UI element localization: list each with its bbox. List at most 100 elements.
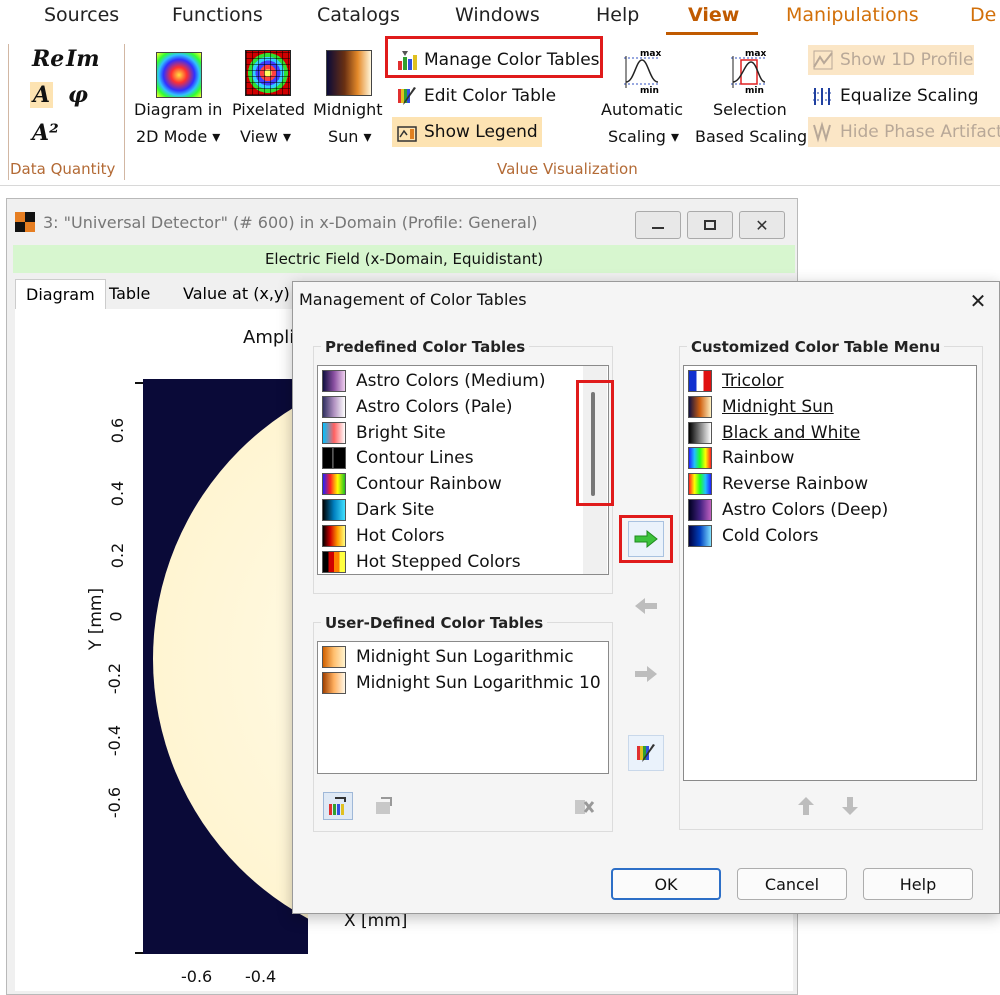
y-tick-label: -0.2 (105, 662, 125, 695)
list-item[interactable]: Bright Site (318, 420, 446, 446)
show-legend-button[interactable]: Show Legend (392, 117, 542, 147)
edit-color-table-button[interactable]: Edit Color Table (392, 81, 560, 111)
list-item-label: Midnight Sun Logarithmic (356, 647, 574, 667)
diagram-2d-dropdown[interactable]: 2D Mode ▾ (136, 127, 220, 146)
list-item[interactable]: Hot Stepped Colors (318, 549, 521, 574)
pencil-rainbow-icon (637, 744, 655, 762)
color-swatch-icon (322, 671, 346, 694)
edit-color-table-label: Edit Color Table (424, 86, 557, 106)
arrow-right-icon (635, 666, 657, 682)
min-glyph: min (640, 86, 659, 94)
pixel-grid (246, 51, 290, 95)
color-swatch-icon (322, 370, 346, 392)
list-item[interactable]: Hot Colors (318, 523, 445, 549)
app-logo-icon (15, 212, 35, 232)
pixelated-dropdown[interactable]: View ▾ (240, 127, 291, 146)
minimize-button[interactable] (635, 211, 681, 239)
list-item[interactable]: Midnight Sun Logarithmic 10 (318, 670, 601, 696)
equalize-scaling-button[interactable]: Equalize Scaling (808, 81, 983, 111)
ok-button[interactable]: OK (611, 868, 721, 900)
cancel-button[interactable]: Cancel (737, 868, 847, 900)
automatic-scaling-label[interactable]: Automatic (601, 100, 683, 119)
delete-icon (575, 800, 595, 814)
color-swatch-icon (322, 550, 346, 573)
minimize-icon (652, 227, 664, 229)
color-swatch-icon (322, 447, 346, 470)
selection-scaling-label[interactable]: Selection (713, 100, 787, 119)
list-item[interactable]: Astro Colors (Medium) (318, 368, 545, 394)
diagram-2d-icon[interactable] (156, 52, 202, 98)
pixelated-view-icon[interactable] (245, 50, 291, 96)
new-color-table-button[interactable] (323, 792, 353, 820)
move-to-menu-button[interactable] (628, 656, 664, 692)
tab-table[interactable]: Table (99, 279, 160, 309)
y-tick-mark (135, 952, 143, 954)
midnight-sun-dropdown[interactable]: Sun ▾ (328, 127, 372, 146)
list-item-label: Contour Rainbow (356, 474, 502, 495)
close-window-button[interactable]: ✕ (739, 211, 785, 239)
color-swatch-icon (688, 421, 712, 444)
list-item[interactable]: Astro Colors (Pale) (318, 394, 513, 420)
menu-windows[interactable]: Windows (455, 4, 540, 32)
move-up-button[interactable] (791, 792, 821, 820)
automatic-scaling-icon[interactable]: max min (620, 48, 662, 94)
export-icon (376, 797, 392, 814)
imag-part-button[interactable]: Im (66, 46, 100, 72)
close-icon: ✕ (755, 215, 769, 235)
phase-button[interactable]: φ (68, 82, 88, 108)
list-item[interactable]: Rainbow (684, 445, 794, 471)
arrow-left-icon (635, 598, 657, 614)
tab-value-at[interactable]: Value at (x,y) (173, 279, 300, 309)
list-item[interactable]: Tricolor (684, 368, 783, 394)
show-1d-profile-button[interactable]: Show 1D Profile (808, 45, 974, 75)
hide-phase-artifacts-button[interactable]: Hide Phase Artifacts (808, 117, 1000, 147)
list-item[interactable]: Black and White (684, 420, 860, 446)
list-item[interactable]: Midnight Sun (684, 394, 834, 420)
menu-bar: Sources Functions Catalogs Windows Help … (0, 0, 1000, 36)
menu-help[interactable]: Help (596, 4, 639, 32)
list-item[interactable]: Astro Colors (Deep) (684, 497, 888, 523)
user-defined-list[interactable]: Midnight Sun Logarithmic Midnight Sun Log… (317, 641, 609, 774)
selection-scaling-sublabel[interactable]: Based Scaling (695, 127, 807, 146)
intensity-button[interactable]: A² (32, 120, 59, 146)
midnight-sun-icon[interactable] (326, 50, 372, 96)
help-button[interactable]: Help (863, 868, 973, 900)
remove-from-menu-button[interactable] (628, 588, 664, 624)
midnight-sun-label[interactable]: Midnight (313, 100, 383, 119)
predefined-list[interactable]: Astro Colors (Medium) Astro Colors (Pale)… (317, 365, 609, 575)
dialog-close-button[interactable]: ✕ (965, 288, 991, 314)
tab-diagram[interactable]: Diagram (15, 279, 106, 309)
list-item[interactable]: Cold Colors (684, 523, 818, 549)
x-axis-label: X [mm] (344, 911, 408, 931)
detector-window-title-text: 3: "Universal Detector" (# 600) in x-Dom… (43, 212, 538, 232)
ribbon: Re Im A φ A² Data Quantity Diagram in 2D… (0, 36, 1000, 186)
maximize-button[interactable] (687, 211, 733, 239)
delete-color-table-button[interactable] (569, 792, 599, 820)
menu-sources[interactable]: Sources (44, 4, 119, 32)
automatic-scaling-dropdown[interactable]: Scaling ▾ (608, 127, 679, 146)
list-item[interactable]: Midnight Sun Logarithmic (318, 644, 574, 670)
list-item[interactable]: Reverse Rainbow (684, 471, 868, 497)
customized-list[interactable]: Tricolor Midnight Sun Black and White Rainb… (683, 365, 977, 781)
color-swatch-icon (322, 646, 346, 668)
edit-table-button[interactable] (628, 735, 664, 771)
move-down-button[interactable] (835, 792, 865, 820)
menu-catalogs[interactable]: Catalogs (317, 4, 400, 32)
color-swatch-icon (688, 473, 712, 496)
real-part-button[interactable]: Re (32, 46, 64, 72)
menu-functions[interactable]: Functions (172, 4, 263, 32)
y-tick-label: 0.2 (108, 542, 128, 569)
menu-more[interactable]: De (970, 4, 996, 32)
export-color-table-button[interactable] (369, 792, 399, 820)
menu-view[interactable]: View (688, 4, 739, 32)
list-item[interactable]: Contour Rainbow (318, 471, 502, 497)
diagram-2d-label[interactable]: Diagram in (134, 100, 222, 119)
list-item[interactable]: Contour Lines (318, 445, 474, 471)
menu-manipulations[interactable]: Manipulations (786, 4, 919, 32)
pixelated-label[interactable]: Pixelated (232, 100, 305, 119)
amplitude-button[interactable]: A (30, 82, 54, 108)
selection-scaling-icon[interactable]: max min (727, 48, 769, 94)
show-1d-profile-label: Show 1D Profile (840, 50, 974, 70)
new-table-icon (329, 797, 346, 815)
list-item[interactable]: Dark Site (318, 497, 434, 523)
